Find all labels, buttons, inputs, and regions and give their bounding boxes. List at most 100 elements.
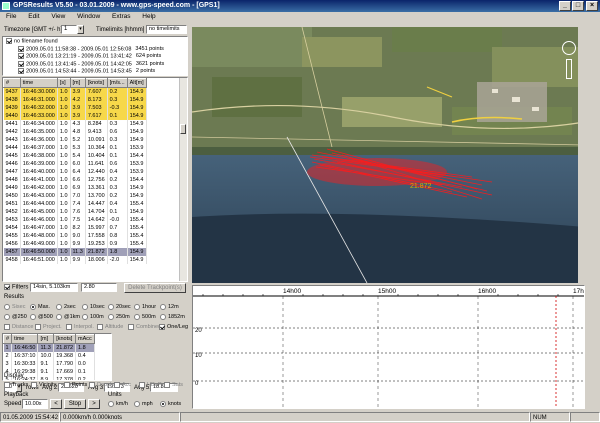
table-row[interactable]: 9442 16:46:35.000 1.0 4.8 9.413 0.6 154.9 bbox=[3, 128, 147, 136]
points-column-header[interactable]: [knots] bbox=[84, 78, 108, 88]
table-row[interactable]: 9439 16:46:32.000 1.0 3.9 7.503 -0.3 154.9 bbox=[3, 104, 147, 112]
units-option[interactable]: mph bbox=[134, 400, 153, 408]
menu-edit[interactable]: Edit bbox=[28, 13, 39, 20]
timezone-input[interactable]: 1 bbox=[61, 25, 77, 34]
table-row[interactable]: 9448 16:46:41.000 1.0 6.6 12.756 0.2 154.4 bbox=[3, 176, 147, 184]
display-option[interactable]: HDoP bbox=[139, 381, 162, 389]
filters-checkbox[interactable]: Filters bbox=[4, 284, 28, 291]
map-zoom-slider[interactable] bbox=[566, 59, 572, 79]
menu-window[interactable]: Window bbox=[77, 13, 100, 20]
results-option[interactable]: 10sec bbox=[82, 303, 105, 311]
playback-next-button[interactable]: > bbox=[88, 399, 100, 409]
results-option[interactable]: 1hour bbox=[134, 303, 156, 311]
table-row[interactable]: 9450 16:46:43.000 1.0 7.0 13.700 0.2 154.9 bbox=[3, 192, 147, 200]
file-checkbox-icon[interactable] bbox=[18, 53, 24, 59]
maximize-button[interactable]: □ bbox=[572, 1, 584, 11]
results-row[interactable]: 3 16:30:33 9.1 17.790 0.0 bbox=[3, 360, 95, 368]
display-option[interactable]: Tracks bbox=[4, 381, 28, 389]
results-option[interactable]: @500 bbox=[30, 313, 53, 321]
results-option[interactable]: Interpol. bbox=[66, 323, 94, 331]
results-option[interactable]: @1km bbox=[56, 313, 80, 321]
file-checkbox-icon[interactable] bbox=[18, 68, 24, 74]
table-row[interactable]: 9441 16:46:34.000 1.0 4.3 8.284 0.3 154.9 bbox=[3, 120, 147, 128]
results-option[interactable]: Project. bbox=[35, 323, 62, 331]
results-row[interactable]: 2 16:37:10 10.0 19.368 0.4 bbox=[3, 352, 95, 360]
table-row[interactable]: 9454 16:46:47.000 1.0 8.2 15.997 0.7 155.4 bbox=[3, 224, 147, 232]
results-option[interactable]: Max. bbox=[30, 303, 50, 311]
file-checkbox-icon[interactable] bbox=[18, 60, 24, 67]
results-option[interactable]: 250m bbox=[108, 313, 130, 321]
menu-help[interactable]: Help bbox=[142, 13, 155, 20]
results-column-header[interactable]: mAcc bbox=[75, 334, 95, 344]
points-column-header[interactable]: # bbox=[3, 78, 21, 88]
table-row[interactable]: 9449 16:46:42.000 1.0 6.9 13.361 0.3 154.9 bbox=[3, 184, 147, 192]
points-column-header[interactable]: [m] bbox=[69, 78, 86, 88]
results-option[interactable]: Distance bbox=[4, 323, 33, 331]
display-option[interactable]: Doppler bbox=[89, 381, 116, 389]
results-option[interactable]: One/Leg bbox=[159, 323, 188, 331]
file-tree-item[interactable]: 2009.05.01 11:58:38 - 2009.05.01 12:56:0… bbox=[18, 45, 164, 53]
results-column-header[interactable]: [knots] bbox=[53, 334, 77, 344]
results-option[interactable]: 20sec bbox=[108, 303, 131, 311]
table-row[interactable]: 9437 16:46:30.000 1.0 3.9 7.607 0.2 154.9 bbox=[3, 87, 147, 96]
playback-prev-button[interactable]: < bbox=[50, 399, 62, 409]
close-button[interactable]: × bbox=[586, 1, 598, 11]
menu-view[interactable]: View bbox=[51, 13, 65, 20]
file-tree-item[interactable]: 2009.05.01 13:41:45 - 2009.05.01 14:42:0… bbox=[18, 60, 164, 68]
results-option[interactable]: 100m bbox=[82, 313, 104, 321]
file-tree-item[interactable]: no filename found bbox=[6, 38, 58, 45]
table-row[interactable]: 9453 16:46:46.000 1.0 7.5 14.642 -0.0 155.4 bbox=[3, 216, 147, 224]
points-column-header[interactable]: time bbox=[19, 78, 58, 88]
table-row[interactable]: 9457 16:46:50.000 1.0 11.3 21.872 1.8 154.9 bbox=[3, 248, 147, 256]
table-row[interactable]: 9452 16:46:45.000 1.0 7.6 14.704 0.1 154.9 bbox=[3, 208, 147, 216]
minimize-button[interactable]: _ bbox=[559, 1, 571, 11]
table-row[interactable]: 9446 16:46:39.000 1.0 6.0 11.641 0.6 153.9 bbox=[3, 160, 147, 168]
satellite-map[interactable]: 21.872 bbox=[192, 27, 585, 283]
points-column-header[interactable]: [s] bbox=[56, 78, 71, 88]
results-column-header[interactable]: time bbox=[11, 334, 39, 344]
results-row[interactable]: 1 16:46:50 11.3 21.872 1.8 bbox=[3, 343, 95, 352]
results-option[interactable]: 12m bbox=[160, 303, 179, 311]
menu-file[interactable]: File bbox=[6, 13, 16, 20]
table-row[interactable]: 9443 16:46:36.000 1.0 5.2 10.091 0.3 154.9 bbox=[3, 136, 147, 144]
file-tree-item[interactable]: 2009.05.01 13:21:19 - 2009.05.01 13:41:4… bbox=[18, 53, 161, 60]
map-compass-icon[interactable] bbox=[562, 41, 576, 55]
results-option[interactable]: 500m bbox=[134, 313, 156, 321]
units-option[interactable]: km/h bbox=[108, 400, 128, 408]
scrollbar-thumb[interactable] bbox=[180, 124, 186, 134]
results-option[interactable]: Sisec bbox=[4, 303, 25, 311]
table-row[interactable]: 9456 16:46:49.000 1.0 9.9 19.253 0.9 155.4 bbox=[3, 240, 147, 248]
filters-speed[interactable]: 2.80 bbox=[81, 283, 117, 292]
results-option[interactable]: 2sec bbox=[56, 303, 76, 311]
table-row[interactable]: 9447 16:46:40.000 1.0 6.4 12.440 0.4 153.9 bbox=[3, 168, 147, 176]
table-row[interactable]: 9438 16:46:31.000 1.0 4.2 8.173 0.3 154.9 bbox=[3, 96, 147, 104]
filters-value[interactable]: 14sin, 5.103km bbox=[30, 283, 78, 292]
table-row[interactable]: 9440 16:46:33.000 1.0 3.9 7.617 0.1 154.9 bbox=[3, 112, 147, 120]
results-option[interactable]: Altitude bbox=[97, 323, 123, 331]
timezone-spinner[interactable]: ▾ bbox=[77, 25, 84, 34]
file-tree-item[interactable]: 2009.05.01 14:53:44 - 2009.05.01 14:53:4… bbox=[18, 68, 155, 75]
results-option[interactable]: Combined bbox=[128, 323, 161, 331]
table-row[interactable]: 9455 16:46:48.000 1.0 9.0 17.558 0.8 155.4 bbox=[3, 232, 147, 240]
playback-stop-button[interactable]: Stop bbox=[64, 399, 86, 409]
display-option[interactable]: Sats bbox=[164, 381, 183, 389]
results-column-header[interactable]: # bbox=[3, 334, 13, 344]
display-option[interactable]: Vicinity bbox=[31, 381, 56, 389]
timelimits-input[interactable]: no timelimits bbox=[146, 25, 187, 34]
table-scrollbar[interactable] bbox=[179, 78, 187, 281]
table-row[interactable]: 9445 16:46:38.000 1.0 5.4 10.404 0.1 154.4 bbox=[3, 152, 147, 160]
menu-extras[interactable]: Extras bbox=[112, 13, 130, 20]
results-option[interactable]: 1852m bbox=[160, 313, 185, 321]
display-option[interactable]: Acc bbox=[114, 381, 131, 389]
playback-speed-input[interactable]: 10.00x bbox=[22, 399, 48, 409]
display-option[interactable]: Points bbox=[64, 381, 87, 389]
delete-trackpoints-button[interactable]: Delete Trackpoint(s) bbox=[124, 283, 186, 293]
table-row[interactable]: 9444 16:46:37.000 1.0 5.3 10.364 0.1 153.9 bbox=[3, 144, 147, 152]
units-option[interactable]: knots bbox=[160, 400, 181, 408]
file-checkbox-icon[interactable] bbox=[18, 45, 24, 52]
table-row[interactable]: 9458 16:46:51.000 1.0 9.9 18.006 -2.0 154.9 bbox=[3, 256, 147, 264]
points-column-header[interactable]: [m/s... bbox=[106, 78, 128, 88]
table-row[interactable]: 9451 16:46:44.000 1.0 7.4 14.447 0.4 155.4 bbox=[3, 200, 147, 208]
timeline-panel[interactable]: 14h00 15h00 16h00 17h00 20 10 0 bbox=[192, 285, 585, 409]
results-column-header[interactable]: [m] bbox=[37, 334, 55, 344]
